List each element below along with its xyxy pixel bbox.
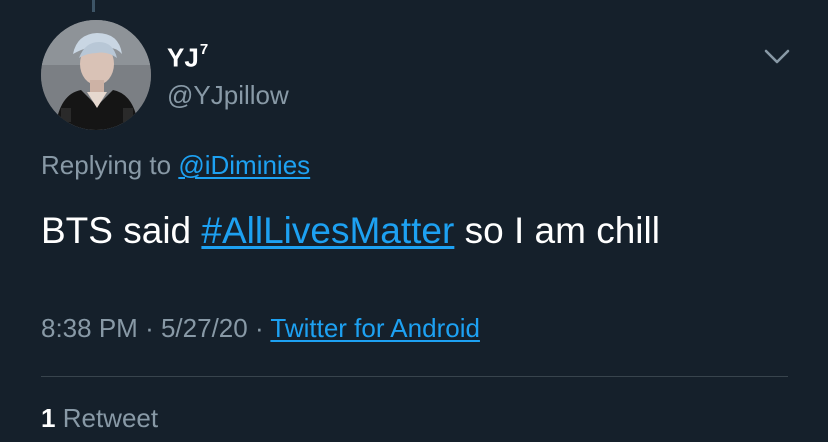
chevron-down-icon (764, 49, 790, 64)
replying-to-label: Replying to (41, 150, 172, 180)
retweet-stat[interactable]: 1 Retweet (41, 402, 158, 434)
tweet-source-link[interactable]: Twitter for Android (270, 313, 480, 343)
retweet-label: Retweet (62, 403, 159, 433)
meta-separator: · (145, 313, 154, 343)
display-name-superscript: 7 (199, 41, 209, 58)
tweet-text-after: so I am chill (464, 210, 660, 251)
replying-to: Replying to @iDiminies (41, 149, 310, 181)
meta-separator: · (254, 313, 264, 343)
tweet-text-before: BTS said (41, 210, 192, 251)
retweet-count: 1 (41, 403, 56, 433)
tweet-detail: YJ7 @YJpillow Replying to @iDiminies BTS… (0, 0, 828, 442)
user-handle[interactable]: @YJpillow (167, 80, 289, 110)
tweet-menu-button[interactable] (760, 40, 794, 74)
avatar[interactable] (41, 20, 151, 130)
divider (41, 376, 788, 377)
tweet-text: BTS said #AllLivesMatter so I am chill (41, 208, 660, 254)
display-name[interactable]: YJ7 (167, 38, 208, 73)
tweet-date[interactable]: 5/27/20 (161, 313, 248, 343)
replying-to-user-link[interactable]: @iDiminies (178, 150, 310, 180)
tweet-time[interactable]: 8:38 PM (41, 313, 138, 343)
tweet-meta: 8:38 PM · 5/27/20 · Twitter for Android (41, 312, 480, 344)
display-name-text: YJ (167, 42, 199, 73)
hashtag-link[interactable]: #AllLivesMatter (201, 210, 454, 251)
thread-connector-line (92, 0, 95, 12)
user-avatar-icon (41, 20, 151, 130)
